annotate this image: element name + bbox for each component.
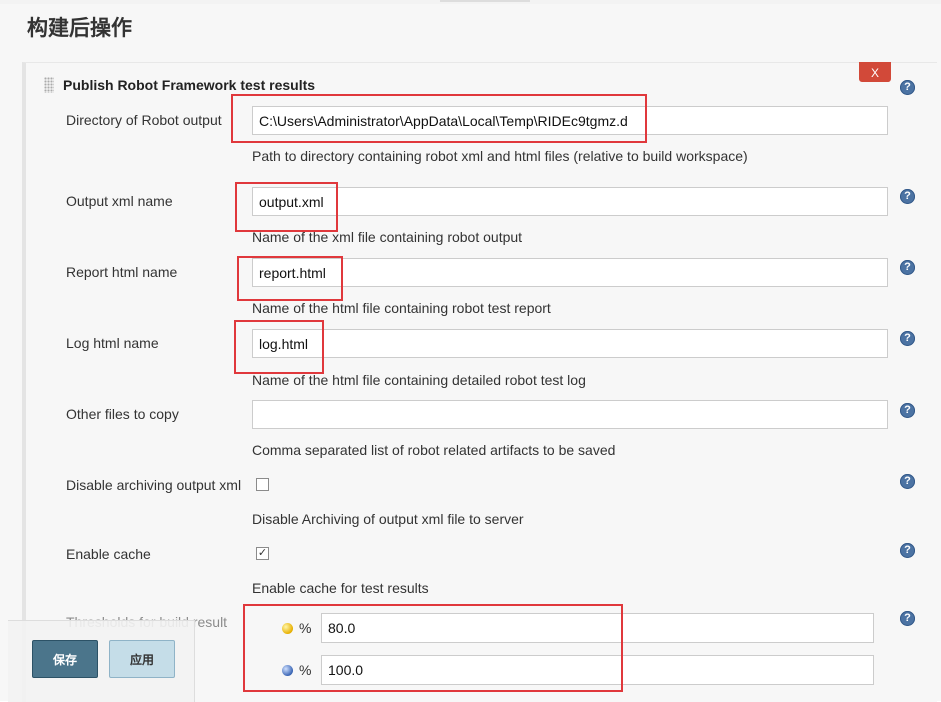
log-html-label: Log html name bbox=[66, 335, 159, 351]
section-title: 构建后操作 bbox=[27, 16, 132, 40]
help-icon[interactable]: ? bbox=[900, 474, 915, 489]
disable-archiving-checkbox[interactable] bbox=[256, 478, 269, 491]
highlight-box bbox=[234, 320, 324, 374]
highlight-box bbox=[231, 94, 647, 143]
highlight-box bbox=[235, 182, 338, 232]
help-icon[interactable]: ? bbox=[900, 260, 915, 275]
delete-button[interactable]: X bbox=[859, 62, 891, 82]
save-button[interactable]: 保存 bbox=[32, 640, 98, 678]
block-title: Publish Robot Framework test results bbox=[63, 77, 316, 93]
other-files-label: Other files to copy bbox=[66, 406, 179, 422]
highlight-box bbox=[237, 256, 343, 301]
highlight-box bbox=[243, 604, 623, 692]
drag-handle-icon[interactable] bbox=[44, 77, 54, 93]
help-icon[interactable]: ? bbox=[900, 611, 915, 626]
check-icon: ✓ bbox=[257, 547, 268, 559]
log-html-input[interactable] bbox=[252, 329, 888, 358]
output-xml-label: Output xml name bbox=[66, 193, 173, 209]
apply-button[interactable]: 应用 bbox=[109, 640, 175, 678]
output-dir-description: Path to directory containing robot xml a… bbox=[252, 148, 748, 164]
report-html-label: Report html name bbox=[66, 264, 178, 280]
report-html-description: Name of the html file containing robot t… bbox=[252, 300, 551, 316]
disable-archiving-label: Disable archiving output xml bbox=[66, 477, 242, 493]
log-html-description: Name of the html file containing detaile… bbox=[252, 372, 586, 388]
enable-cache-label: Enable cache bbox=[66, 546, 151, 562]
help-icon[interactable]: ? bbox=[900, 80, 915, 95]
output-dir-label: Directory of Robot output bbox=[66, 112, 222, 128]
enable-cache-checkbox[interactable]: ✓ bbox=[256, 547, 269, 560]
disable-archiving-description: Disable Archiving of output xml file to … bbox=[252, 511, 524, 527]
help-icon[interactable]: ? bbox=[900, 189, 915, 204]
tab-indicator bbox=[440, 0, 530, 2]
help-icon[interactable]: ? bbox=[900, 403, 915, 418]
help-icon[interactable]: ? bbox=[900, 331, 915, 346]
report-html-input[interactable] bbox=[252, 258, 888, 287]
other-files-input[interactable] bbox=[252, 400, 888, 429]
help-icon[interactable]: ? bbox=[900, 543, 915, 558]
enable-cache-description: Enable cache for test results bbox=[252, 580, 429, 596]
other-files-description: Comma separated list of robot related ar… bbox=[252, 442, 616, 458]
output-xml-input[interactable] bbox=[252, 187, 888, 216]
